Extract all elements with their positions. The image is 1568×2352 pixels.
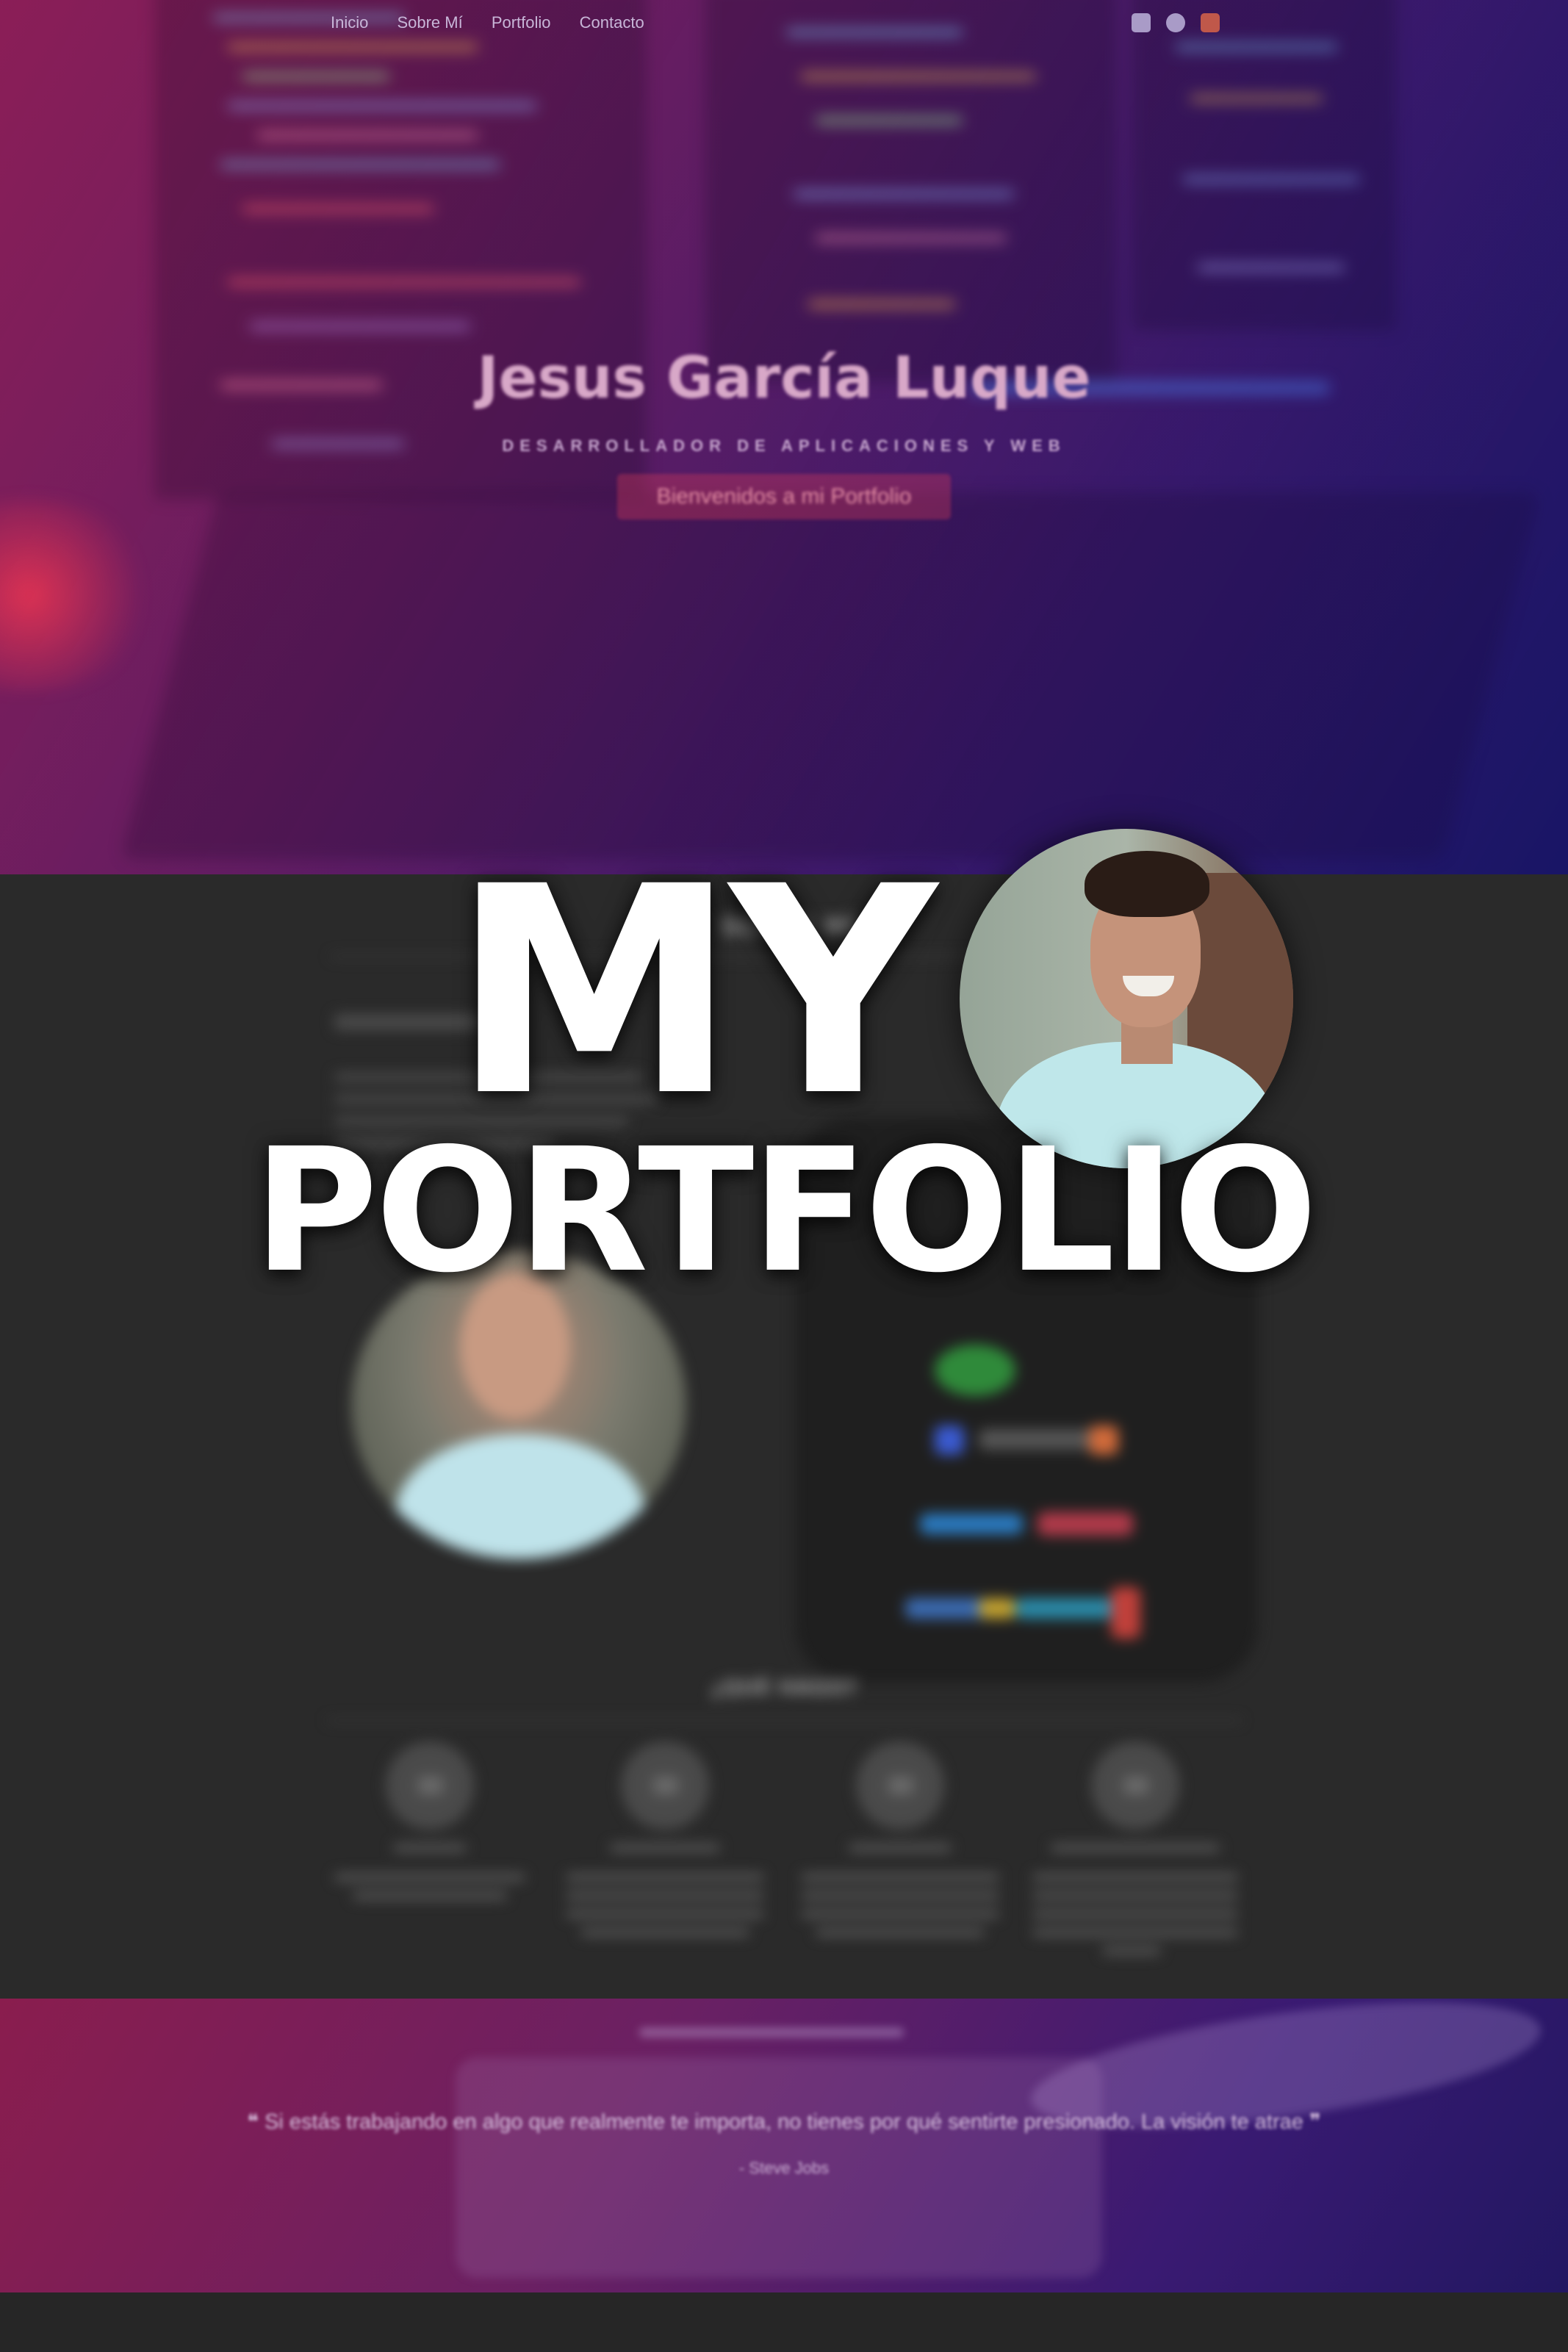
hero-section: Inicio Sobre Mí Portfolio Contacto Jesus…: [0, 0, 1568, 874]
service-desc-line: [1032, 1874, 1238, 1881]
theme-icon[interactable]: [1201, 13, 1220, 32]
skill-logo: [979, 1598, 1015, 1619]
service-desc-line: [334, 1874, 525, 1881]
what-i-do-divider: [327, 1719, 1242, 1722]
service-desc-line: [801, 1874, 999, 1881]
skill-logo: [1089, 1425, 1118, 1455]
quote-nav-line: [639, 2028, 904, 2037]
footer: [0, 2292, 1568, 2352]
skill-logo: [1037, 1512, 1133, 1536]
hero-role: DESARROLLADOR DE APLICACIONES Y WEB: [502, 436, 1066, 455]
hero-cta-button[interactable]: Bienvenidos a mi Portfolio: [617, 474, 951, 519]
skill-logo: [920, 1514, 1023, 1534]
service-desc-line: [353, 1892, 507, 1899]
nav-item-sobre-mi[interactable]: Sobre Mí: [397, 13, 462, 32]
skill-logo: [1111, 1587, 1140, 1639]
quote-author: - Steve Jobs: [738, 2159, 830, 2177]
service-desc-line: [801, 1910, 999, 1918]
service-label-line: [610, 1844, 720, 1852]
service-desc-line: [1032, 1929, 1238, 1936]
overlay-title-my: MY: [451, 825, 938, 1159]
service-icon-design: [621, 1741, 709, 1830]
service-label-line: [393, 1844, 467, 1852]
service-desc-line: [580, 1929, 749, 1936]
nav-right-icons: [1132, 13, 1231, 35]
nav-item-inicio[interactable]: Inicio: [331, 13, 368, 32]
quote-text: ❝ Si estás trabajando en algo que realme…: [247, 2110, 1321, 2134]
skill-logo: [935, 1425, 964, 1455]
quote-section: ❝ Si estás trabajando en algo que realme…: [0, 1999, 1568, 2292]
site-nav: Inicio Sobre Mí Portfolio Contacto: [331, 13, 1433, 43]
service-desc-line: [1032, 1892, 1238, 1899]
service-desc-line: [566, 1874, 764, 1881]
service-icon-image: [1091, 1741, 1179, 1830]
language-icon[interactable]: [1166, 13, 1186, 32]
skill-logo: [979, 1429, 1104, 1450]
service-desc-line: [566, 1892, 764, 1899]
service-label-line: [849, 1844, 952, 1852]
flag-icon[interactable]: [1132, 13, 1151, 32]
service-desc-line: [1102, 1947, 1161, 1954]
service-icon-web: [386, 1741, 474, 1830]
quote-blurred-background: [0, 1999, 1568, 2292]
service-icon-edit: [856, 1741, 944, 1830]
skill-logo: [935, 1345, 1015, 1396]
service-desc-line: [816, 1929, 985, 1936]
what-i-do-title: ¿QUÉ HAGO?: [711, 1675, 857, 1700]
overlay-title-portfolio: PORTFOLIO: [253, 1112, 1318, 1310]
service-desc-line: [1032, 1910, 1238, 1918]
nav-item-portfolio[interactable]: Portfolio: [492, 13, 551, 32]
service-desc-line: [801, 1892, 999, 1899]
service-label-line: [1051, 1844, 1220, 1852]
skill-logo: [1015, 1598, 1118, 1619]
service-desc-line: [566, 1910, 764, 1918]
hero-name: Jesus García Luque: [477, 345, 1091, 411]
nav-item-contacto[interactable]: Contacto: [580, 13, 644, 32]
